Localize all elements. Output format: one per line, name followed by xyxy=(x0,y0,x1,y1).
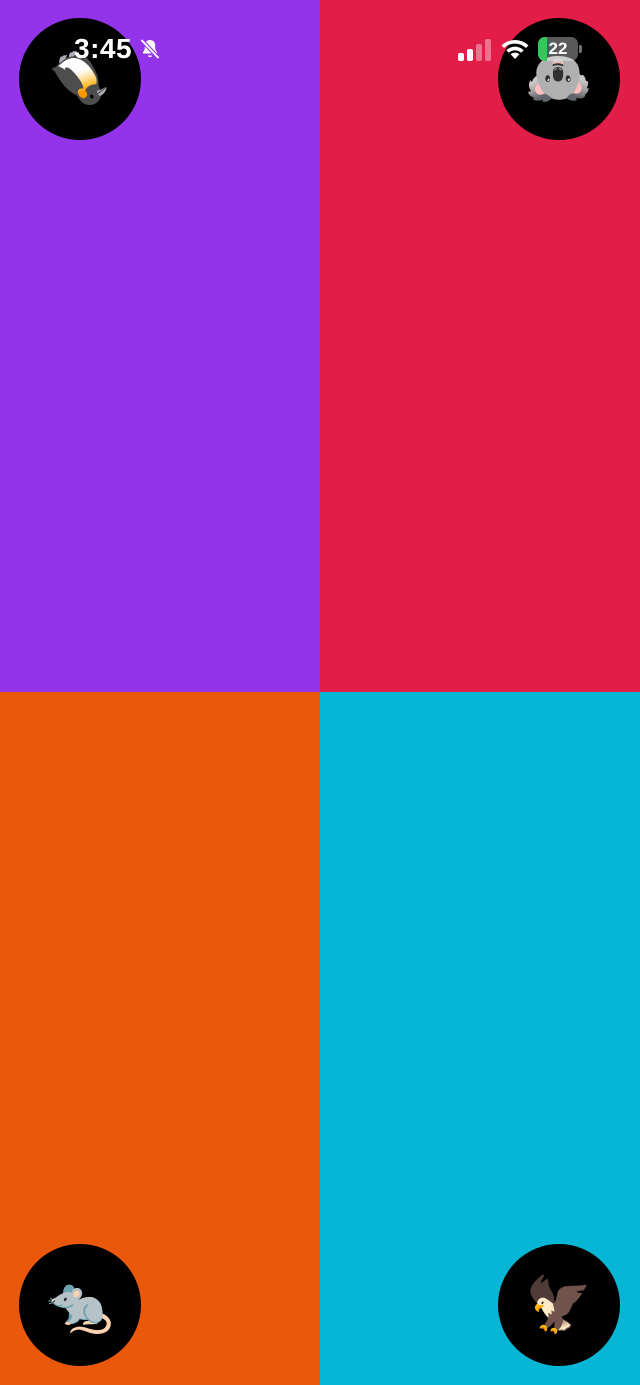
koala-icon: 🐨 xyxy=(525,49,593,109)
penguin-icon: 🐧 xyxy=(35,36,125,122)
penguin-avatar-button[interactable]: 🐧 xyxy=(19,18,141,140)
eagle-avatar-button[interactable]: 🦅 xyxy=(498,1244,620,1366)
rat-avatar-button[interactable]: 🐀 xyxy=(19,1244,141,1366)
eagle-icon: 🦅 xyxy=(525,1275,593,1335)
rat-icon: 🐀 xyxy=(46,1275,114,1335)
koala-avatar-button[interactable]: 🐨 xyxy=(498,18,620,140)
player-grid-screen: 🐧 🐨 🐀 🦅 3:45 22 xyxy=(0,0,640,1385)
